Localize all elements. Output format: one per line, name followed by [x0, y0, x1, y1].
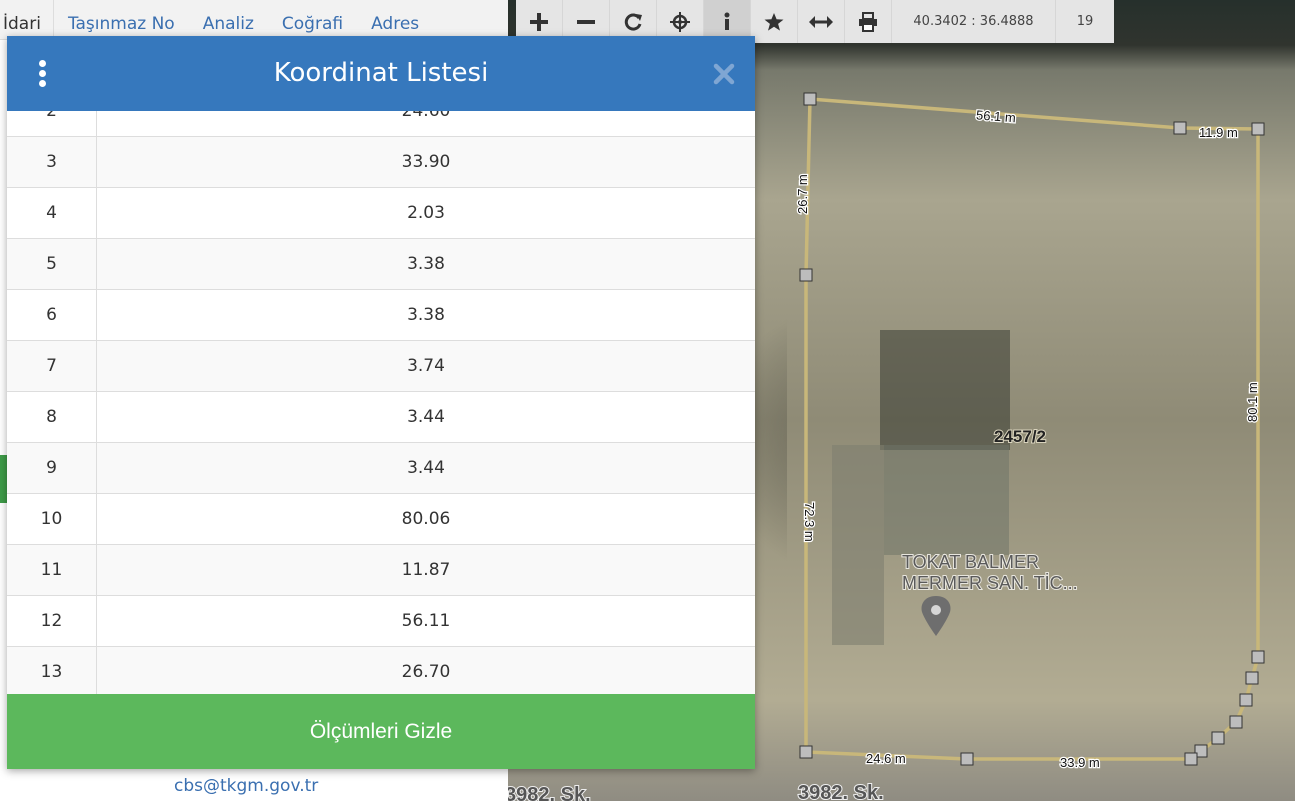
minus-icon — [577, 19, 595, 24]
table-row: 4 2.03 — [7, 188, 755, 239]
row-number: 9 — [7, 443, 97, 493]
row-value: 3.74 — [407, 356, 445, 376]
plus-icon — [530, 12, 548, 31]
coordinate-table-scroll[interactable]: 2 24.60 3 33.90 4 2.03 5 3.38 6 3.38 7 3.74 83… — [7, 111, 755, 694]
row-number: 2 — [7, 111, 97, 136]
row-number: 10 — [7, 494, 97, 544]
table-row: 12 56.11 — [7, 596, 755, 647]
modal-header: Koordinat Listesi — [7, 36, 755, 111]
map-pin-icon — [921, 596, 951, 636]
print-button[interactable] — [845, 0, 892, 43]
table-row: 10 80.06 — [7, 494, 755, 545]
table-row: 13 26.70 — [7, 647, 755, 694]
row-number: 3 — [7, 137, 97, 187]
measure-icon — [809, 15, 833, 28]
query-tabs: İdari Taşınmaz No Analiz Coğrafi Adres — [0, 0, 508, 40]
row-value: 2.03 — [407, 203, 445, 223]
zoom-level-readout: 19 — [1076, 14, 1094, 29]
row-value: 24.60 — [401, 111, 451, 121]
edge-label-33: 33.9 m — [1060, 755, 1100, 770]
row-number: 4 — [7, 188, 97, 238]
parcel-number-label: 2457/2 — [994, 427, 1046, 446]
star-icon — [764, 12, 784, 31]
table-row: 8 3.44 — [7, 392, 755, 443]
tab-idari[interactable]: İdari — [0, 0, 54, 40]
row-value: 3.44 — [407, 458, 445, 478]
crosshair-icon — [670, 11, 690, 32]
coordinate-readout: 40.3402 : 36.4888 — [892, 0, 1056, 43]
street-label: 3982. Sk. — [798, 782, 884, 801]
table-row: 11 11.87 — [7, 545, 755, 596]
row-value: 26.70 — [401, 662, 451, 682]
row-number: 11 — [7, 545, 97, 595]
edge-label-24: 24.6 m — [866, 751, 906, 766]
row-value: 3.38 — [407, 305, 445, 325]
row-number: 12 — [7, 596, 97, 646]
row-value: 3.44 — [407, 407, 445, 427]
tab-tasinmaz-no[interactable]: Taşınmaz No — [54, 0, 189, 40]
table-row: 9 3.44 — [7, 443, 755, 494]
close-icon[interactable] — [713, 63, 735, 85]
edge-label-11: 11.9 m — [1199, 125, 1238, 140]
row-number: 8 — [7, 392, 97, 442]
tab-analiz[interactable]: Analiz — [189, 0, 268, 40]
table-row: 5 3.38 — [7, 239, 755, 290]
row-value: 11.87 — [401, 560, 451, 580]
coordinate-list-modal: Koordinat Listesi 2 24.60 3 33.90 4 2.03 53… — [7, 36, 755, 769]
row-value: 80.06 — [401, 509, 451, 529]
tab-cografi[interactable]: Coğrafi — [268, 0, 357, 40]
row-value: 3.38 — [407, 254, 445, 274]
edge-label-80: 80.1 m — [1245, 382, 1260, 422]
edge-label-72: 72.3 m — [802, 502, 817, 542]
row-number: 6 — [7, 290, 97, 340]
info-icon — [724, 12, 730, 30]
table-row: 3 33.90 — [7, 137, 755, 188]
row-number: 5 — [7, 239, 97, 289]
edge-label-26: 26.7 m — [795, 174, 810, 214]
row-value: 33.90 — [401, 152, 451, 172]
poi-label-line1: TOKAT BALMER — [902, 552, 1039, 572]
row-value: 56.11 — [401, 611, 451, 631]
edge-label-56: 56.1 m — [976, 107, 1017, 125]
row-number: 7 — [7, 341, 97, 391]
table-row: 6 3.38 — [7, 290, 755, 341]
row-number: 13 — [7, 647, 97, 694]
favorite-button[interactable] — [751, 0, 798, 43]
refresh-icon — [624, 13, 642, 31]
print-icon — [859, 11, 877, 32]
coordinate-table: 2 24.60 3 33.90 4 2.03 5 3.38 6 3.38 7 3.74 83… — [7, 111, 755, 694]
poi-label-line2: MERMER SAN. TİC... — [902, 573, 1078, 593]
tab-adres[interactable]: Adres — [357, 0, 433, 40]
table-row: 2 24.60 — [7, 111, 755, 137]
footer-email-link[interactable]: cbs@tkgm.gov.tr — [174, 776, 318, 796]
street-label-2: 3982. Sk. — [508, 784, 591, 801]
modal-title: Koordinat Listesi — [273, 58, 489, 88]
measure-button[interactable] — [798, 0, 845, 43]
hide-measurements-button[interactable]: Ölçümleri Gizle — [7, 694, 755, 769]
table-row: 7 3.74 — [7, 341, 755, 392]
